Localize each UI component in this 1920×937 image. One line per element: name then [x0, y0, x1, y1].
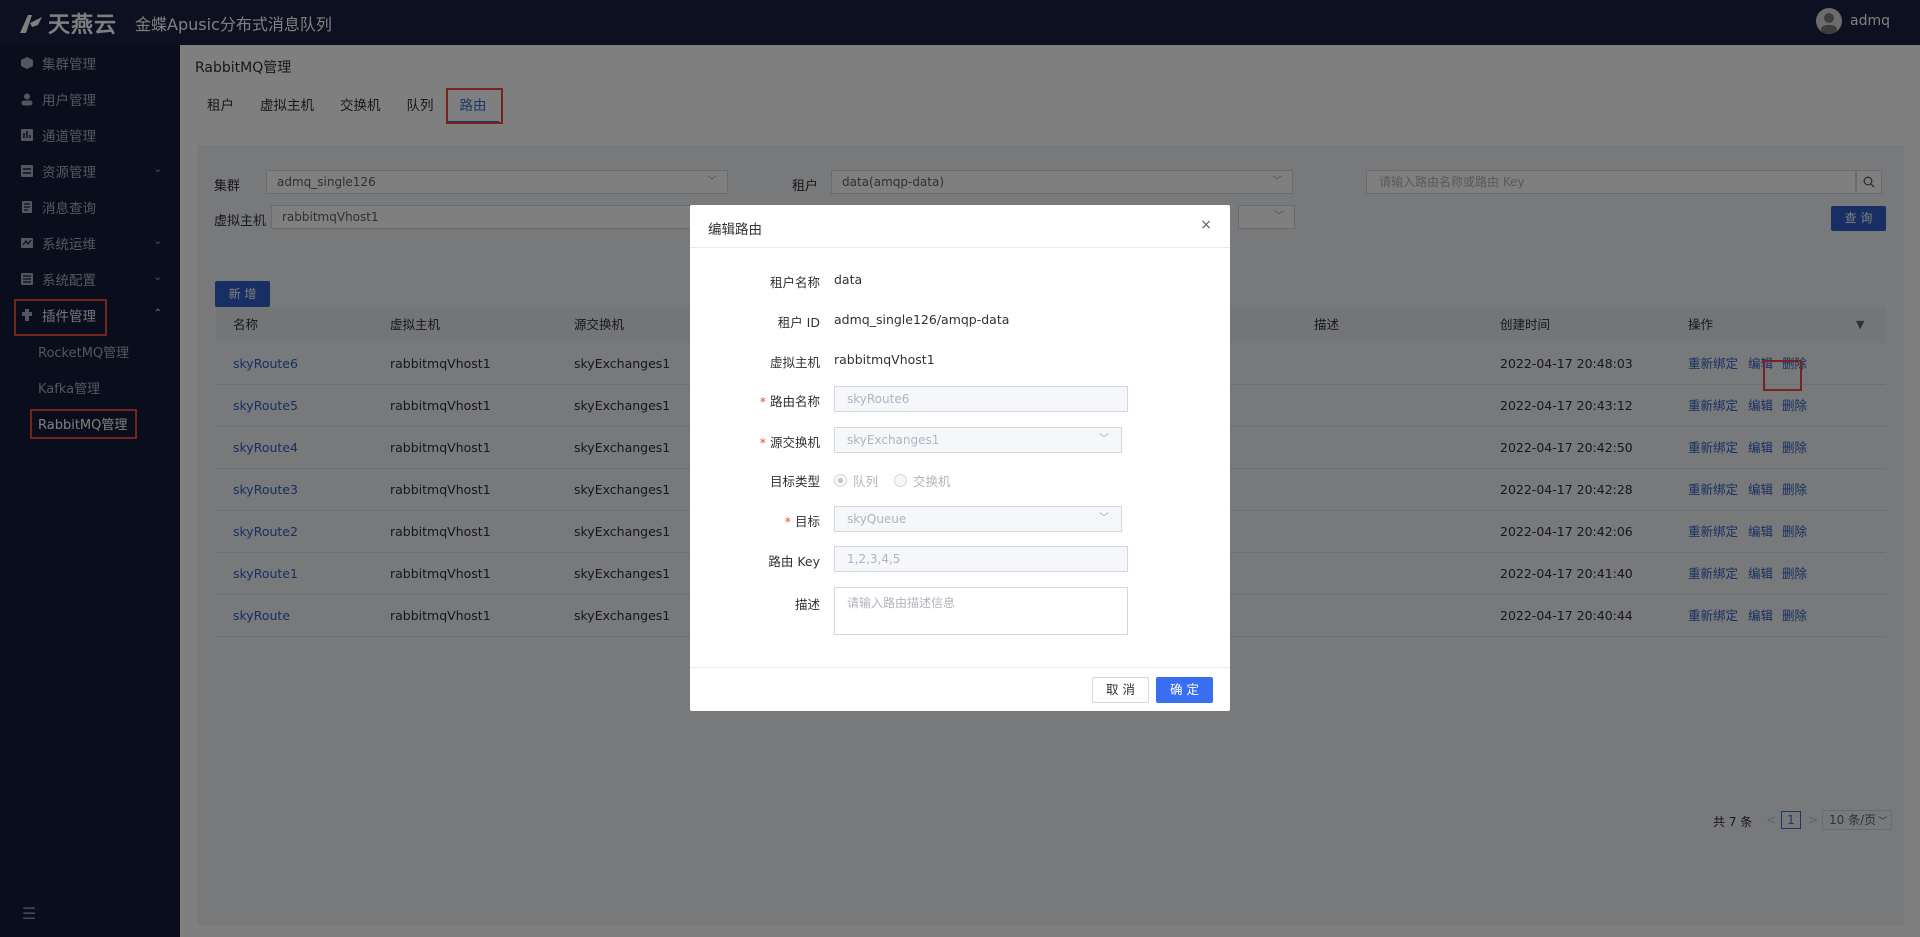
- dialog-header: 编辑路由 ×: [690, 205, 1230, 248]
- radio-exchange-label: 交换机: [913, 474, 951, 489]
- target-type-label: 目标类型: [769, 474, 820, 489]
- chevron-down-icon: ﹀: [1099, 513, 1109, 524]
- route-name-label-text: 路由名称: [769, 394, 820, 409]
- target-label: * 目标: [784, 514, 820, 529]
- radio-queue[interactable]: 队列: [834, 471, 878, 490]
- desc-label: 描述: [794, 597, 820, 612]
- src-exchange-label-text: 源交换机: [769, 435, 820, 450]
- src-exchange-label: * 源交换机: [759, 435, 820, 450]
- src-exchange-value: skyExchanges1: [847, 433, 940, 447]
- tenant-id-label: 租户 ID: [777, 315, 820, 330]
- radio-exchange[interactable]: 交换机: [894, 471, 951, 490]
- radio-queue-label: 队列: [853, 474, 879, 489]
- target-value: skyQueue: [847, 512, 907, 526]
- tenant-name-value: data: [834, 272, 863, 287]
- confirm-button[interactable]: 确 定: [1156, 677, 1213, 703]
- edit-route-dialog: 编辑路由 × 租户名称 data 租户 ID admq_single126/am…: [690, 205, 1230, 711]
- vhost-label: 虚拟主机: [769, 355, 820, 370]
- route-name-input[interactable]: skyRoute6: [834, 386, 1128, 412]
- dialog-footer: 取 消 确 定: [690, 667, 1230, 711]
- target-label-text: 目标: [794, 514, 820, 529]
- target-select[interactable]: skyQueue ﹀: [834, 506, 1122, 532]
- cancel-button[interactable]: 取 消: [1092, 677, 1149, 703]
- radio-dot: [894, 474, 907, 487]
- route-key-label: 路由 Key: [768, 554, 820, 569]
- vhost-value: rabbitmqVhost1: [834, 352, 935, 367]
- chevron-down-icon: ﹀: [1099, 434, 1109, 445]
- radio-dot-checked: [834, 474, 847, 487]
- dialog-title: 编辑路由: [708, 222, 762, 238]
- desc-textarea[interactable]: 请输入路由描述信息: [834, 587, 1128, 635]
- route-key-input[interactable]: 1,2,3,4,5: [834, 546, 1128, 572]
- src-exchange-select[interactable]: skyExchanges1 ﹀: [834, 427, 1122, 453]
- tenant-name-label: 租户名称: [769, 275, 820, 290]
- route-name-label: * 路由名称: [759, 394, 820, 409]
- tenant-id-value: admq_single126/amqp-data: [834, 312, 1010, 327]
- close-icon[interactable]: ×: [1200, 217, 1212, 233]
